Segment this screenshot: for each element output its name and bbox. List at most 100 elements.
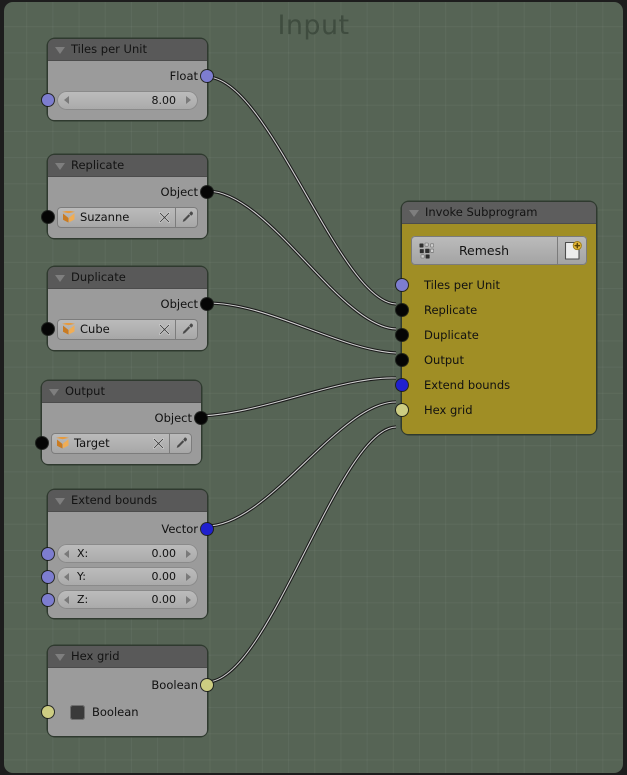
socket-output-object[interactable] (201, 186, 213, 198)
node-title: Extend bounds (71, 493, 158, 507)
node-body: Boolean Boolean (42, 668, 213, 736)
node-header[interactable]: Duplicate (48, 267, 207, 289)
object-name: Suzanne (80, 210, 130, 224)
node-extend-bounds[interactable]: Extend bounds Vector X: 0.00 Y: 0.00 Z: … (42, 490, 213, 618)
eyedropper-icon[interactable] (175, 319, 198, 340)
object-name: Cube (80, 322, 110, 336)
decrement-arrow-icon[interactable] (64, 549, 69, 558)
object-field-duplicate[interactable]: Cube (57, 318, 198, 340)
value-field-tiles[interactable]: 8.00 (57, 90, 198, 110)
socket-input-object[interactable] (42, 323, 54, 335)
clear-object-icon[interactable] (153, 319, 175, 340)
value-text: 0.00 (151, 547, 177, 560)
socket-input-z[interactable] (42, 593, 54, 606)
input-label: Duplicate (424, 327, 479, 342)
node-header[interactable]: Hex grid (48, 646, 207, 668)
decrement-arrow-icon[interactable] (64, 572, 69, 581)
node-body: Float 8.00 (42, 61, 213, 120)
socket-input-boolean[interactable] (396, 403, 408, 416)
node-output[interactable]: Output Object Target (36, 381, 207, 464)
node-tree-icon (419, 242, 436, 259)
socket-input-float[interactable] (396, 278, 408, 291)
object-name-area[interactable]: Target (51, 433, 147, 454)
increment-arrow-icon[interactable] (186, 572, 191, 581)
boolean-checkbox[interactable] (70, 704, 85, 720)
node-title: Duplicate (71, 270, 126, 284)
value-field-z[interactable]: Z: 0.00 (57, 590, 198, 609)
value-text: 0.00 (151, 593, 177, 606)
collapse-triangle-icon[interactable] (409, 209, 419, 217)
socket-input-x[interactable] (42, 547, 54, 560)
subprogram-selector[interactable]: Remesh (411, 236, 587, 265)
output-row-object: Object (48, 181, 213, 203)
input-label: Output (424, 352, 464, 367)
object-field-replicate[interactable]: Suzanne (57, 206, 198, 228)
node-invoke-subprogram[interactable]: Invoke Subprogram Remesh Tiles per Unit … (396, 202, 596, 434)
socket-input-object[interactable] (36, 437, 48, 449)
node-header[interactable]: Output (42, 381, 201, 403)
increment-arrow-icon[interactable] (186, 549, 191, 558)
eyedropper-icon[interactable] (175, 207, 198, 228)
socket-input-boolean[interactable] (42, 706, 54, 718)
subprogram-name-area[interactable]: Remesh (411, 236, 557, 265)
increment-arrow-icon[interactable] (186, 96, 191, 104)
collapse-triangle-icon[interactable] (55, 497, 65, 505)
node-header[interactable]: Replicate (48, 155, 207, 177)
collapse-triangle-icon[interactable] (49, 388, 59, 396)
increment-arrow-icon[interactable] (186, 595, 191, 604)
value-text: 0.00 (151, 570, 177, 583)
object-name-area[interactable]: Suzanne (57, 207, 153, 228)
input-row-hex-grid: Hex grid (396, 397, 596, 422)
subprogram-name: Remesh (458, 243, 510, 258)
node-header[interactable]: Tiles per Unit (48, 39, 207, 61)
node-editor[interactable]: Input Tiles per Unit Float 8.00 Replicat… (0, 0, 627, 775)
socket-output-object[interactable] (195, 412, 207, 424)
socket-output-object[interactable] (201, 298, 213, 310)
socket-output-vector[interactable] (201, 523, 213, 535)
node-duplicate[interactable]: Duplicate Object Cube (42, 267, 213, 350)
value-field-y[interactable]: Y: 0.00 (57, 567, 198, 586)
input-row-output: Output (396, 347, 596, 372)
output-label: Object (154, 411, 192, 425)
clear-object-icon[interactable] (147, 433, 169, 454)
collapse-triangle-icon[interactable] (55, 274, 65, 282)
node-editor-canvas[interactable]: Input Tiles per Unit Float 8.00 Replicat… (4, 2, 623, 773)
new-subprogram-icon[interactable] (557, 236, 587, 265)
editor-watermark-label: Input (277, 10, 350, 41)
socket-input-vector[interactable] (396, 378, 408, 391)
field-label: Z: (77, 593, 89, 606)
output-row-boolean: Boolean (48, 672, 213, 698)
collapse-triangle-icon[interactable] (55, 46, 65, 54)
eyedropper-icon[interactable] (169, 433, 192, 454)
collapse-triangle-icon[interactable] (55, 653, 65, 661)
output-label: Object (160, 185, 198, 199)
socket-input-y[interactable] (42, 570, 54, 583)
clear-object-icon[interactable] (153, 207, 175, 228)
node-body: Object Suzanne (42, 177, 213, 238)
collapse-triangle-icon[interactable] (55, 162, 65, 170)
node-hex-grid[interactable]: Hex grid Boolean Boolean (42, 646, 213, 736)
node-header[interactable]: Extend bounds (48, 490, 207, 512)
object-name-area[interactable]: Cube (57, 319, 153, 340)
node-title: Invoke Subprogram (425, 205, 538, 219)
node-tiles-per-unit[interactable]: Tiles per Unit Float 8.00 (42, 39, 213, 120)
vector-field-row-z: Z: 0.00 (42, 588, 207, 611)
object-cube-icon (56, 436, 69, 450)
node-replicate[interactable]: Replicate Object Suzanne (42, 155, 213, 238)
socket-input-object[interactable] (396, 303, 408, 316)
socket-input-object[interactable] (396, 328, 408, 341)
object-field-output[interactable]: Target (51, 432, 192, 454)
socket-input-float[interactable] (42, 94, 54, 106)
input-label: Replicate (424, 302, 478, 317)
decrement-arrow-icon[interactable] (64, 595, 69, 604)
socket-input-object[interactable] (42, 211, 54, 223)
object-name: Target (74, 436, 110, 450)
node-header[interactable]: Invoke Subprogram (402, 202, 596, 224)
socket-output-boolean[interactable] (201, 679, 213, 691)
decrement-arrow-icon[interactable] (64, 96, 69, 104)
node-body: Object Target (36, 403, 207, 464)
socket-input-object[interactable] (396, 353, 408, 366)
value-field-x[interactable]: X: 0.00 (57, 544, 198, 563)
field-label: Y: (77, 570, 86, 583)
socket-output-float[interactable] (201, 70, 213, 82)
